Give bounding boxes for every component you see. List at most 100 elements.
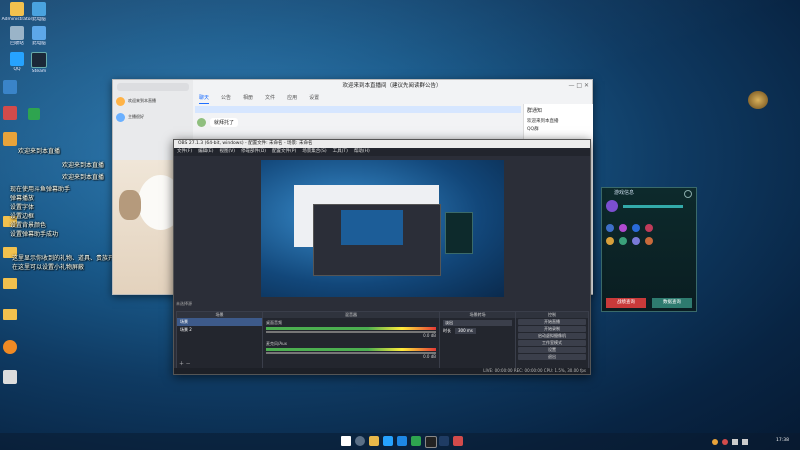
menu-file[interactable]: 文件(F) bbox=[177, 148, 192, 156]
qq-contact-item[interactable]: 欢迎来到本直播 bbox=[116, 94, 190, 108]
settings-button[interactable]: 设置 bbox=[518, 347, 586, 353]
qq-icon bbox=[10, 52, 24, 66]
scenes-dock: 场景 场景 场景 2 ＋ － bbox=[176, 311, 263, 369]
studio-mode-button[interactable]: 工作室模式 bbox=[518, 340, 586, 346]
transitions-dock-title: 场景转场 bbox=[440, 312, 515, 318]
track-level: 0.0 dB bbox=[423, 333, 436, 338]
scene-item[interactable]: 场景 2 bbox=[177, 326, 262, 334]
volume-icon[interactable] bbox=[742, 439, 748, 445]
qq-search-box[interactable] bbox=[117, 83, 189, 91]
obs-preview-canvas[interactable] bbox=[261, 160, 504, 297]
mixer-track: 桌面音频 0.0 dB bbox=[263, 318, 439, 340]
player-stat-bar bbox=[623, 204, 683, 208]
obs-window[interactable]: OBS 27.1.3 (64-bit, windows) - 配置文件: 未命名… bbox=[173, 139, 591, 375]
overlay-line: 设置背景颜色 bbox=[10, 222, 47, 229]
tab-chat[interactable]: 聊天 bbox=[199, 94, 210, 104]
overlay-line: 设置字体 bbox=[10, 204, 35, 211]
champion-icon bbox=[606, 224, 614, 232]
windows-start-icon[interactable] bbox=[341, 436, 351, 446]
folder-icon[interactable] bbox=[3, 309, 17, 320]
obs-title-bar: OBS 27.1.3 (64-bit, windows) - 配置文件: 未命名… bbox=[174, 140, 590, 148]
app-icon[interactable] bbox=[3, 340, 17, 354]
app-icon[interactable] bbox=[3, 132, 17, 146]
exit-button[interactable]: 退出 bbox=[518, 354, 586, 360]
avatar bbox=[116, 112, 125, 122]
game-icon[interactable] bbox=[439, 436, 449, 446]
overlay-line: 现在使用斗鱼弹幕助手 bbox=[10, 186, 71, 193]
overlay-line: 设置弹幕助手成功 bbox=[10, 231, 59, 238]
game-panel-title: 游戏信息 bbox=[614, 190, 635, 196]
obs-status-text: LIVE: 00:00:00 REC: 00:00:00 CPU: 1.5%, … bbox=[483, 368, 586, 373]
maximize-icon[interactable]: □ bbox=[576, 82, 582, 89]
qq-message-row: 就拜托了 bbox=[193, 118, 523, 127]
danmaku-line: 欢迎来到本直播 bbox=[18, 148, 61, 155]
menu-tools[interactable]: 工具(T) bbox=[333, 148, 348, 156]
obs-icon[interactable] bbox=[425, 436, 437, 448]
level-badge[interactable] bbox=[748, 91, 768, 109]
volume-meter bbox=[266, 327, 436, 330]
tab-files[interactable]: 文件 bbox=[265, 94, 275, 104]
network-icon[interactable] bbox=[732, 439, 738, 445]
desktop-icon-computer-2[interactable]: 此电脑 bbox=[22, 26, 56, 46]
champion-icon bbox=[619, 224, 627, 232]
tray-icon[interactable] bbox=[712, 439, 718, 445]
overlay-notice-2: 这里显示你收到的礼物、道具、贵族开通 在这里可以设置小礼物屏蔽 bbox=[12, 254, 120, 272]
obs-dock-labels: 未选择源 bbox=[176, 301, 192, 307]
volume-meter bbox=[266, 348, 436, 351]
data-query-button[interactable]: 数据查询 bbox=[652, 298, 692, 308]
clock[interactable]: 17:38 bbox=[776, 438, 789, 443]
duration-input[interactable]: 300 ms bbox=[455, 328, 476, 334]
menu-docks[interactable]: 停靠部件(D) bbox=[241, 148, 266, 156]
search-icon[interactable] bbox=[355, 436, 365, 446]
game-stats-panel[interactable]: 游戏信息 战绩查询 数据查询 bbox=[601, 187, 697, 312]
app-icon[interactable] bbox=[453, 436, 463, 446]
scene-toolbar: ＋ － bbox=[179, 360, 191, 367]
tab-apps[interactable]: 应用 bbox=[287, 94, 297, 104]
preview-game-panel bbox=[445, 212, 473, 254]
wechat-icon[interactable] bbox=[411, 436, 421, 446]
desktop-icon-computer[interactable]: 此电脑 bbox=[22, 2, 56, 22]
champion-icon bbox=[632, 237, 640, 245]
menu-scene-collection[interactable]: 场景集合(S) bbox=[302, 148, 326, 156]
qq-contact-item[interactable]: 主播很好 bbox=[116, 110, 190, 124]
avatar bbox=[197, 118, 206, 127]
desktop-icon-green[interactable] bbox=[28, 108, 40, 120]
scene-item[interactable]: 场景 bbox=[177, 318, 262, 326]
close-icon[interactable]: ✕ bbox=[584, 82, 589, 89]
menu-help[interactable]: 帮助(H) bbox=[354, 148, 370, 156]
file-explorer-icon[interactable] bbox=[369, 436, 379, 446]
app-icon[interactable] bbox=[3, 80, 17, 94]
avatar bbox=[116, 96, 125, 106]
champion-row bbox=[606, 236, 692, 246]
app-icon[interactable] bbox=[3, 370, 17, 384]
tab-album[interactable]: 相册 bbox=[243, 94, 253, 104]
app-icon[interactable] bbox=[3, 106, 17, 120]
overlay-line: 弹幕播放 bbox=[10, 195, 35, 202]
start-recording-button[interactable]: 开始录制 bbox=[518, 326, 586, 332]
tab-notice[interactable]: 公告 bbox=[221, 94, 231, 104]
menu-edit[interactable]: 编辑(E) bbox=[198, 148, 213, 156]
add-icon[interactable]: ＋ bbox=[179, 361, 184, 367]
folder-icon[interactable] bbox=[3, 278, 17, 289]
virtual-camera-button[interactable]: 启动虚拟摄像机 bbox=[518, 333, 586, 339]
start-streaming-button[interactable]: 开始直播 bbox=[518, 319, 586, 325]
controls-dock: 控制 开始直播 开始录制 启动虚拟摄像机 工作室模式 设置 退出 bbox=[515, 311, 589, 369]
desktop-icon-qq[interactable]: QQ bbox=[0, 52, 34, 72]
tray-icon[interactable] bbox=[722, 439, 728, 445]
champion-icon bbox=[606, 237, 614, 245]
transition-select[interactable]: 淡出 bbox=[443, 320, 512, 326]
menu-view[interactable]: 视图(V) bbox=[219, 148, 235, 156]
track-level: 0.0 dB bbox=[423, 354, 436, 359]
qq-message-bubble: 就拜托了 bbox=[210, 118, 239, 127]
remove-icon[interactable]: － bbox=[186, 361, 191, 367]
duration-row: 时长 300 ms bbox=[443, 328, 512, 334]
tab-settings[interactable]: 设置 bbox=[309, 94, 319, 104]
menu-profile[interactable]: 配置文件(P) bbox=[272, 148, 296, 156]
track-label: 麦克风/Aux bbox=[266, 341, 287, 346]
overlay-notice: 现在使用斗鱼弹幕助手 弹幕播放 设置字体 设置边框 设置背景颜色 设置弹幕助手成… bbox=[10, 185, 70, 239]
match-history-button[interactable]: 战绩查询 bbox=[606, 298, 646, 308]
qq-icon[interactable] bbox=[383, 436, 393, 446]
close-icon[interactable] bbox=[684, 190, 692, 198]
edge-icon[interactable] bbox=[397, 436, 407, 446]
minimize-icon[interactable]: — bbox=[568, 82, 574, 89]
